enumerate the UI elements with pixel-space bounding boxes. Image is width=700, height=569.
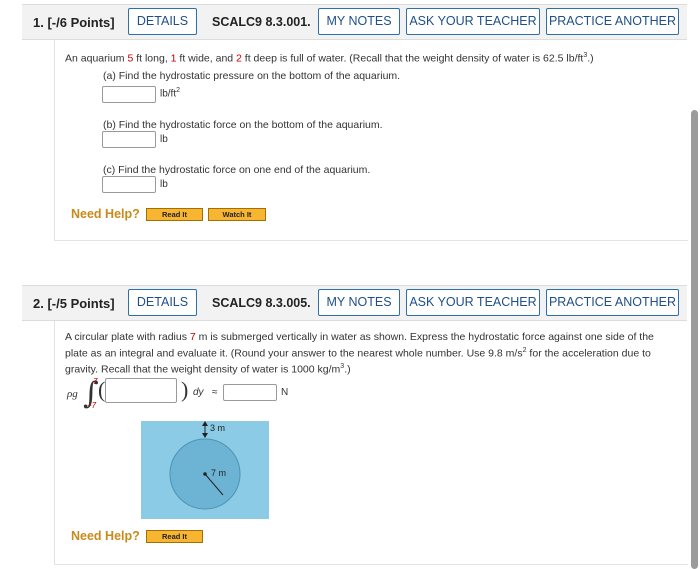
question-1-points: 1. [-/6 Points] xyxy=(33,15,115,30)
need-help-label: Need Help? xyxy=(71,529,140,543)
ask-teacher-button[interactable]: ASK YOUR TEACHER xyxy=(406,8,540,35)
part-b-unit: lb xyxy=(160,134,168,145)
depth-label: 3 m xyxy=(210,423,226,433)
my-notes-button[interactable]: MY NOTES xyxy=(318,8,400,35)
dy-label: dy xyxy=(193,387,204,398)
question-2-line-2: plate as an integral and evaluate it. (R… xyxy=(65,347,651,360)
question-2-line-3: gravity. Recall that the weight density … xyxy=(65,363,351,376)
integrand-input[interactable] xyxy=(105,378,177,403)
practice-another-button[interactable]: PRACTICE ANOTHER xyxy=(546,289,679,316)
force-unit: N xyxy=(281,387,289,398)
question-2-line-1: A circular plate with radius 7 m is subm… xyxy=(65,331,654,343)
close-paren: ) xyxy=(181,377,189,402)
watch-it-button[interactable]: Watch It xyxy=(208,208,266,221)
part-c-label: (c) Find the hydrostatic force on one en… xyxy=(103,164,371,176)
question-2-points: 2. [-/5 Points] xyxy=(33,296,115,311)
read-it-button[interactable]: Read It xyxy=(146,208,203,221)
scrollbar[interactable] xyxy=(689,0,700,569)
read-it-button[interactable]: Read It xyxy=(146,530,203,543)
part-a-unit: lb/ft2 xyxy=(160,87,181,100)
force-answer-input[interactable] xyxy=(223,384,277,401)
rho-g-symbol: ρg xyxy=(67,388,78,400)
part-c-unit: lb xyxy=(160,179,168,190)
question-1-body: An aquarium 5 ft long, 1 ft wide, and 2 … xyxy=(54,40,688,241)
integral-upper-limit: 7 xyxy=(93,377,98,386)
question-2-code: SCALC9 8.3.005. xyxy=(212,296,311,310)
part-a-answer-input[interactable] xyxy=(102,86,156,103)
question-1-header: 1. [-/6 Points] DETAILS SCALC9 8.3.001. … xyxy=(22,4,687,40)
approx-symbol: ≈ xyxy=(212,387,218,398)
practice-another-button[interactable]: PRACTICE ANOTHER xyxy=(546,8,679,35)
part-b-answer-input[interactable] xyxy=(102,131,156,148)
depth-arrow-bottom xyxy=(202,433,208,438)
question-2-header: 2. [-/5 Points] DETAILS SCALC9 8.3.005. … xyxy=(22,285,687,321)
question-1-code: SCALC9 8.3.001. xyxy=(212,15,311,29)
question-1-intro: An aquarium 5 ft long, 1 ft wide, and 2 … xyxy=(65,52,594,65)
need-help-label: Need Help? xyxy=(71,207,140,221)
details-button[interactable]: DETAILS xyxy=(128,8,197,35)
my-notes-button[interactable]: MY NOTES xyxy=(318,289,400,316)
part-b-label: (b) Find the hydrostatic force on the bo… xyxy=(103,119,383,131)
question-2-body: A circular plate with radius 7 m is subm… xyxy=(54,321,688,565)
part-c-answer-input[interactable] xyxy=(102,176,156,193)
depth-arrow-top xyxy=(202,421,208,426)
details-button[interactable]: DETAILS xyxy=(128,289,197,316)
plate-figure: 3 m 7 m xyxy=(141,421,269,519)
integral-lower-limit: −7 xyxy=(87,401,97,410)
ask-teacher-button[interactable]: ASK YOUR TEACHER xyxy=(406,289,540,316)
radius-label: 7 m xyxy=(211,468,227,478)
scrollbar-thumb[interactable] xyxy=(691,110,698,569)
plate-diagram xyxy=(169,421,241,510)
part-a-label: (a) Find the hydrostatic pressure on the… xyxy=(103,70,401,82)
